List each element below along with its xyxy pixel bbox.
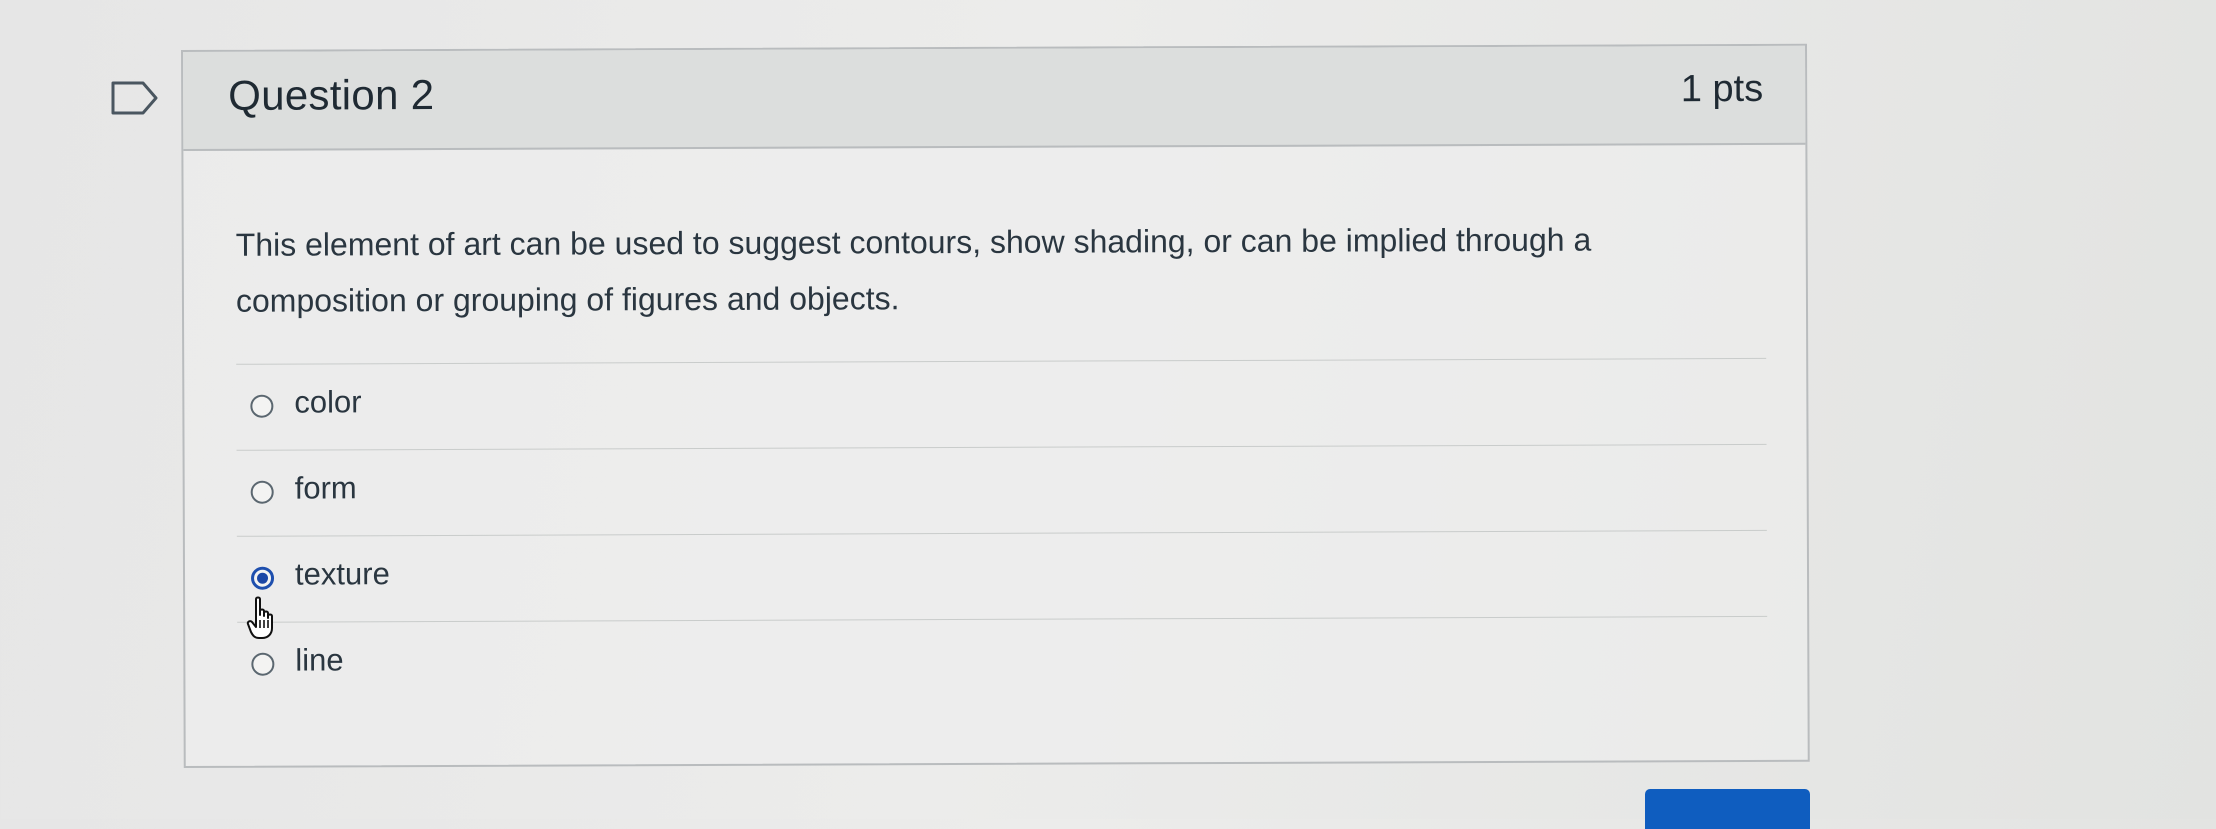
question-text: This element of art can be used to sugge… (235, 221, 1592, 319)
hand-pointer-icon (246, 596, 273, 639)
question-card: Question 2 1 pts This element of art can… (181, 43, 1810, 768)
answer-label: line (295, 642, 344, 678)
answer-option-color[interactable]: color (236, 357, 1767, 450)
question-title: Question 2 (228, 71, 435, 119)
bookmark-flag-icon[interactable] (110, 80, 160, 116)
question-points: 1 pts (1680, 67, 1764, 111)
radio-button-selected[interactable] (250, 566, 275, 590)
radio-button[interactable] (250, 480, 274, 504)
answer-list: color form texture line (236, 357, 1768, 708)
radio-button[interactable] (250, 394, 274, 418)
answer-option-form[interactable]: form (236, 443, 1767, 536)
answer-label: form (294, 470, 357, 506)
answer-option-line[interactable]: line (237, 615, 1768, 708)
next-button[interactable] (1645, 789, 1810, 829)
answer-label: texture (294, 556, 390, 592)
answer-option-texture[interactable]: texture (236, 529, 1768, 622)
question-header: Question 2 1 pts (183, 45, 1806, 151)
radio-button[interactable] (251, 652, 275, 676)
answer-label: color (294, 384, 362, 420)
